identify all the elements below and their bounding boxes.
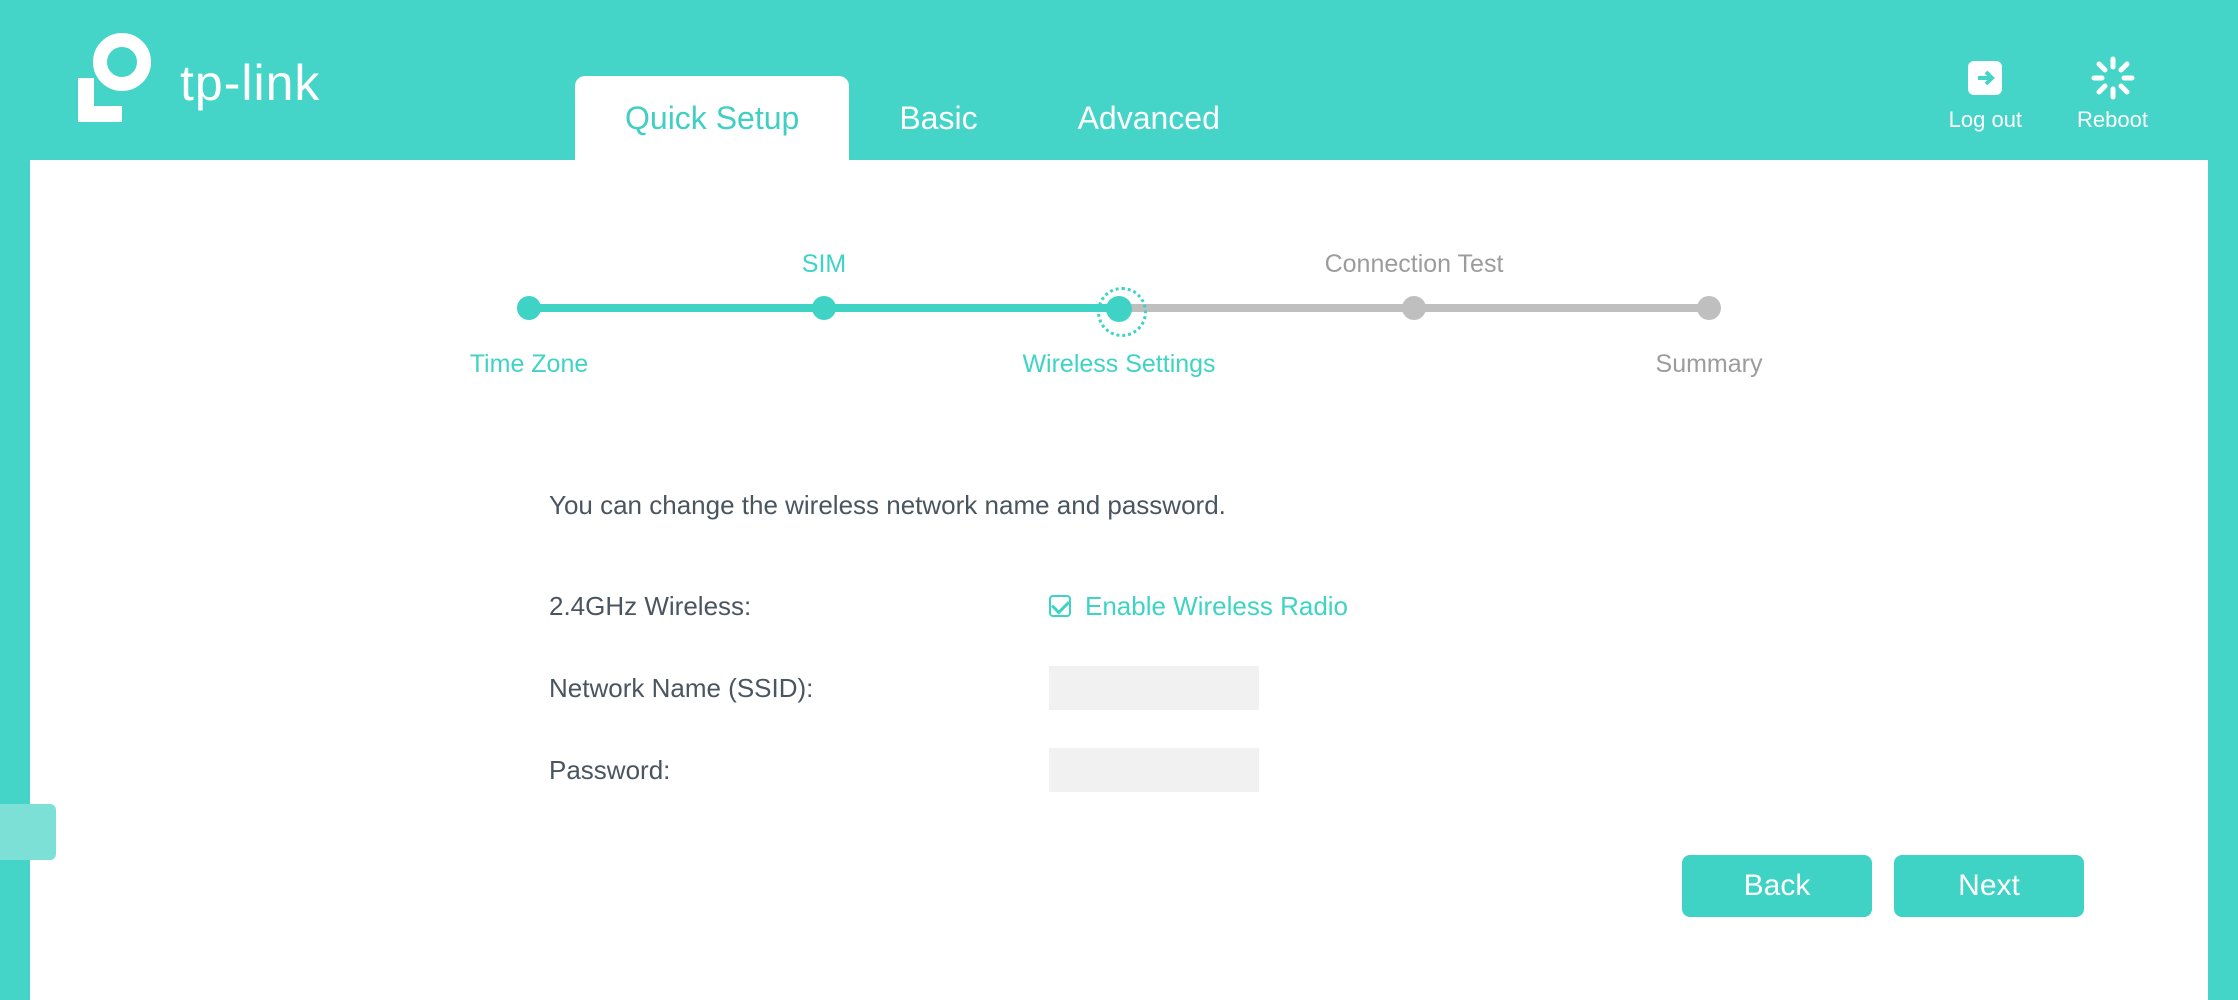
- logout-button[interactable]: Log out: [1949, 55, 2022, 133]
- header-actions: Log out: [1949, 55, 2148, 133]
- tab-quick-setup[interactable]: Quick Setup: [575, 76, 849, 160]
- step-label-summary: Summary: [1656, 350, 1763, 379]
- next-button[interactable]: Next: [1894, 855, 2084, 917]
- step-label-sim: SIM: [802, 250, 846, 279]
- reboot-icon: [2090, 55, 2136, 101]
- step-dot-wireless-settings[interactable]: [1106, 296, 1132, 322]
- wizard-buttons: Back Next: [904, 855, 2084, 917]
- password-label: Password:: [549, 755, 1049, 786]
- main-panel: Time Zone SIM Wireless Settings Connecti…: [30, 160, 2208, 1000]
- step-dot-sim[interactable]: [812, 296, 836, 320]
- reboot-label: Reboot: [2077, 107, 2148, 133]
- logout-label: Log out: [1949, 107, 2022, 133]
- tab-advanced[interactable]: Advanced: [1028, 76, 1270, 160]
- step-label-connection-test: Connection Test: [1325, 250, 1504, 279]
- wireless-settings-form: You can change the wireless network name…: [529, 490, 1709, 800]
- tab-label: Quick Setup: [625, 100, 799, 137]
- brand-name: tp-link: [180, 54, 320, 112]
- password-input[interactable]: [1049, 748, 1259, 792]
- ssid-input[interactable]: [1049, 666, 1259, 710]
- ssid-label: Network Name (SSID):: [549, 673, 1049, 704]
- enable-wireless-checkbox[interactable]: Enable Wireless Radio: [1049, 591, 1348, 622]
- nav-tabs: Quick Setup Basic Advanced: [575, 60, 1270, 160]
- step-label-wireless-settings: Wireless Settings: [1022, 350, 1215, 379]
- brand-logo: tp-link: [70, 30, 320, 135]
- step-label-time-zone: Time Zone: [470, 350, 589, 379]
- row-ssid: Network Name (SSID):: [549, 658, 1709, 718]
- next-button-label: Next: [1958, 869, 2020, 902]
- tab-label: Advanced: [1078, 100, 1220, 137]
- header: tp-link Quick Setup Basic Advanced: [0, 0, 2238, 160]
- logout-icon: [1962, 55, 2008, 101]
- enable-wireless-label: Enable Wireless Radio: [1085, 591, 1348, 622]
- support-tab[interactable]: [0, 804, 56, 860]
- step-dot-summary[interactable]: [1697, 296, 1721, 320]
- row-wireless-toggle: 2.4GHz Wireless: Enable Wireless Radio: [549, 576, 1709, 636]
- step-dot-time-zone[interactable]: [517, 296, 541, 320]
- step-dot-connection-test[interactable]: [1402, 296, 1426, 320]
- row-password: Password:: [549, 740, 1709, 800]
- tab-label: Basic: [899, 100, 977, 137]
- wizard-stepper: Time Zone SIM Wireless Settings Connecti…: [529, 250, 1709, 420]
- back-button-label: Back: [1744, 869, 1811, 902]
- reboot-button[interactable]: Reboot: [2077, 55, 2148, 133]
- instruction-text: You can change the wireless network name…: [549, 490, 1709, 521]
- tplink-logo-icon: [70, 30, 170, 135]
- checkbox-icon: [1049, 595, 1071, 617]
- tab-basic[interactable]: Basic: [849, 76, 1027, 160]
- back-button[interactable]: Back: [1682, 855, 1872, 917]
- wireless-label: 2.4GHz Wireless:: [549, 591, 1049, 622]
